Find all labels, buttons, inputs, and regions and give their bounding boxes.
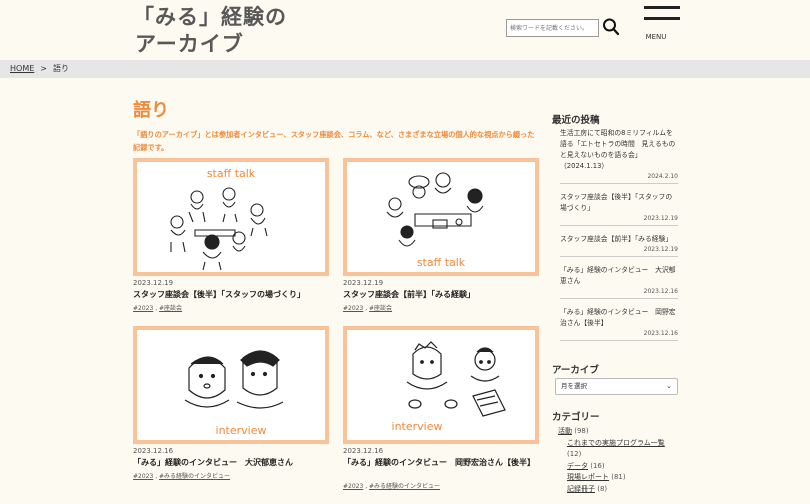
tag-link[interactable]: #みる経験のインタビュー	[369, 483, 440, 490]
menu-label: MENU	[645, 33, 667, 41]
recent-post-item[interactable]: 生活工房にて昭和の8ミリフィルムを語る「エトセトラの時間 見えるものと見えないも…	[560, 128, 678, 184]
recent-post-item[interactable]: スタッフ座談会【前半】「みる経験」 2023.12.19	[560, 234, 678, 257]
page-intro: 「語りのアーカイブ」とは参加者インタビュー、スタッフ座談会、コラム、など、さまざ…	[133, 130, 535, 152]
site-title[interactable]: 「みる」経験の アーカイブ	[133, 4, 287, 58]
post-thumbnail[interactable]: staff talk	[343, 158, 539, 276]
post-title[interactable]: スタッフ座談会【後半】「スタッフの場づくり」	[133, 289, 333, 300]
post-thumbnail[interactable]: staff talk	[133, 158, 329, 276]
post-tags: #2023 , #みる経験のインタビュー	[343, 483, 441, 490]
category-item[interactable]: 活動 (98)	[558, 426, 683, 438]
page-title: 語り	[133, 100, 169, 121]
category-link[interactable]: 活動	[558, 427, 572, 435]
archive-month-select[interactable]: 月を選択 ⌄	[555, 378, 678, 395]
recent-post-item[interactable]: スタッフ座談会【後半】「スタッフの場づくり」 2023.12.19	[560, 192, 678, 226]
category-count: (8)	[597, 484, 608, 493]
interview-illustration: interview	[184, 350, 284, 437]
chevron-down-icon: ⌄	[666, 382, 672, 390]
category-link[interactable]: 記録冊子	[567, 485, 595, 493]
tag-link[interactable]: #座談会	[369, 305, 392, 312]
recent-post-date: 2023.12.16	[643, 288, 678, 295]
search-icon	[603, 18, 620, 36]
post-title[interactable]: スタッフ座談会【前半】「みる経験」	[343, 289, 543, 300]
menu-button[interactable]: MENU	[642, 6, 682, 42]
category-item[interactable]: 記録冊子 (8)	[558, 484, 683, 496]
post-thumbnail[interactable]: interview	[133, 326, 329, 444]
tag-link[interactable]: #2023	[133, 305, 153, 312]
category-list: 活動 (98) これまでの実施プログラム一覧 (12) データ (16) 現場レポ…	[558, 426, 683, 495]
category-link[interactable]: 現場レポート	[567, 473, 609, 481]
breadcrumb-current: 語り	[52, 64, 69, 73]
category-item[interactable]: データ (16)	[558, 461, 683, 473]
hamburger-icon	[644, 6, 680, 9]
recent-post-title[interactable]: スタッフ座談会【前半】「みる経験」	[560, 234, 678, 245]
thumb-caption: interview	[392, 420, 443, 433]
search-input[interactable]	[506, 19, 599, 37]
tag-link[interactable]: #みる経験のインタビュー	[159, 473, 230, 480]
category-heading: カテゴリー	[552, 412, 600, 423]
thumb-caption: staff talk	[417, 256, 466, 269]
recent-posts-list: 生活工房にて昭和の8ミリフィルムを語る「エトセトラの時間 見えるものと見えないも…	[560, 128, 678, 349]
tag-link[interactable]: #2023	[343, 483, 363, 490]
interview-illustration: interview	[392, 341, 506, 433]
recent-post-title[interactable]: 「みる」経験のインタビュー 大沢郁恵さん	[560, 265, 678, 287]
recent-post-item[interactable]: 「みる」経験のインタビュー 岡野宏治さん【後半】 2023.12.16	[560, 307, 678, 341]
archive-heading: アーカイブ	[552, 365, 599, 376]
tag-link[interactable]: #2023	[133, 473, 153, 480]
staff-talk-illustration: staff talk	[386, 172, 484, 269]
category-count: (12)	[567, 450, 582, 458]
recent-post-item[interactable]: 「みる」経験のインタビュー 大沢郁恵さん 2023.12.16	[560, 265, 678, 299]
tag-link[interactable]: #座談会	[159, 305, 182, 312]
recent-post-title[interactable]: 生活工房にて昭和の8ミリフィルムを語る「エトセトラの時間 見えるものと見えないも…	[560, 128, 678, 172]
post-title[interactable]: 「みる」経験のインタビュー 大沢郁恵さん	[133, 457, 333, 468]
category-count: (98)	[574, 427, 589, 435]
post-date: 2023.12.19	[343, 279, 384, 287]
thumb-caption: interview	[216, 424, 267, 437]
breadcrumb-home-link[interactable]: HOME	[10, 64, 34, 73]
post-date: 2023.12.19	[133, 279, 174, 287]
recent-post-date: 2024.2.10	[647, 173, 678, 180]
site-title-line2: アーカイブ	[135, 32, 244, 56]
staff-talk-illustration: staff talk	[170, 167, 268, 271]
category-count: (16)	[590, 461, 605, 470]
recent-posts-heading: 最近の投稿	[552, 115, 600, 126]
site-title-line1: 「みる」経験の	[133, 5, 287, 29]
breadcrumb-separator: >	[40, 64, 47, 73]
tag-link[interactable]: #2023	[343, 305, 363, 312]
post-date: 2023.12.16	[343, 447, 384, 455]
category-count: (81)	[611, 473, 626, 481]
post-tags: #2023 , #みる経験のインタビュー	[133, 473, 231, 480]
category-link[interactable]: データ	[567, 462, 588, 470]
post-thumbnail[interactable]: interview	[343, 326, 539, 444]
post-title[interactable]: 「みる」経験のインタビュー 岡野宏治さん【後半】	[343, 457, 539, 468]
recent-post-date: 2023.12.16	[643, 330, 678, 337]
post-tags: #2023 , #座談会	[133, 305, 183, 312]
recent-post-title[interactable]: スタッフ座談会【後半】「スタッフの場づくり」	[560, 192, 678, 214]
category-item[interactable]: 現場レポート (81)	[558, 472, 683, 484]
archive-select-value: 月を選択	[561, 382, 587, 390]
breadcrumb: HOME > 語り	[0, 60, 810, 78]
recent-post-date: 2023.12.19	[643, 246, 678, 253]
category-item[interactable]: これまでの実施プログラム一覧 (12)	[558, 438, 683, 461]
post-tags: #2023 , #座談会	[343, 305, 393, 312]
search-button[interactable]	[602, 17, 620, 37]
recent-post-date: 2023.12.19	[643, 215, 678, 222]
post-date: 2023.12.16	[133, 447, 174, 455]
recent-post-title[interactable]: 「みる」経験のインタビュー 岡野宏治さん【後半】	[560, 307, 678, 329]
category-link[interactable]: これまでの実施プログラム一覧	[567, 439, 665, 447]
thumb-caption: staff talk	[207, 167, 256, 180]
